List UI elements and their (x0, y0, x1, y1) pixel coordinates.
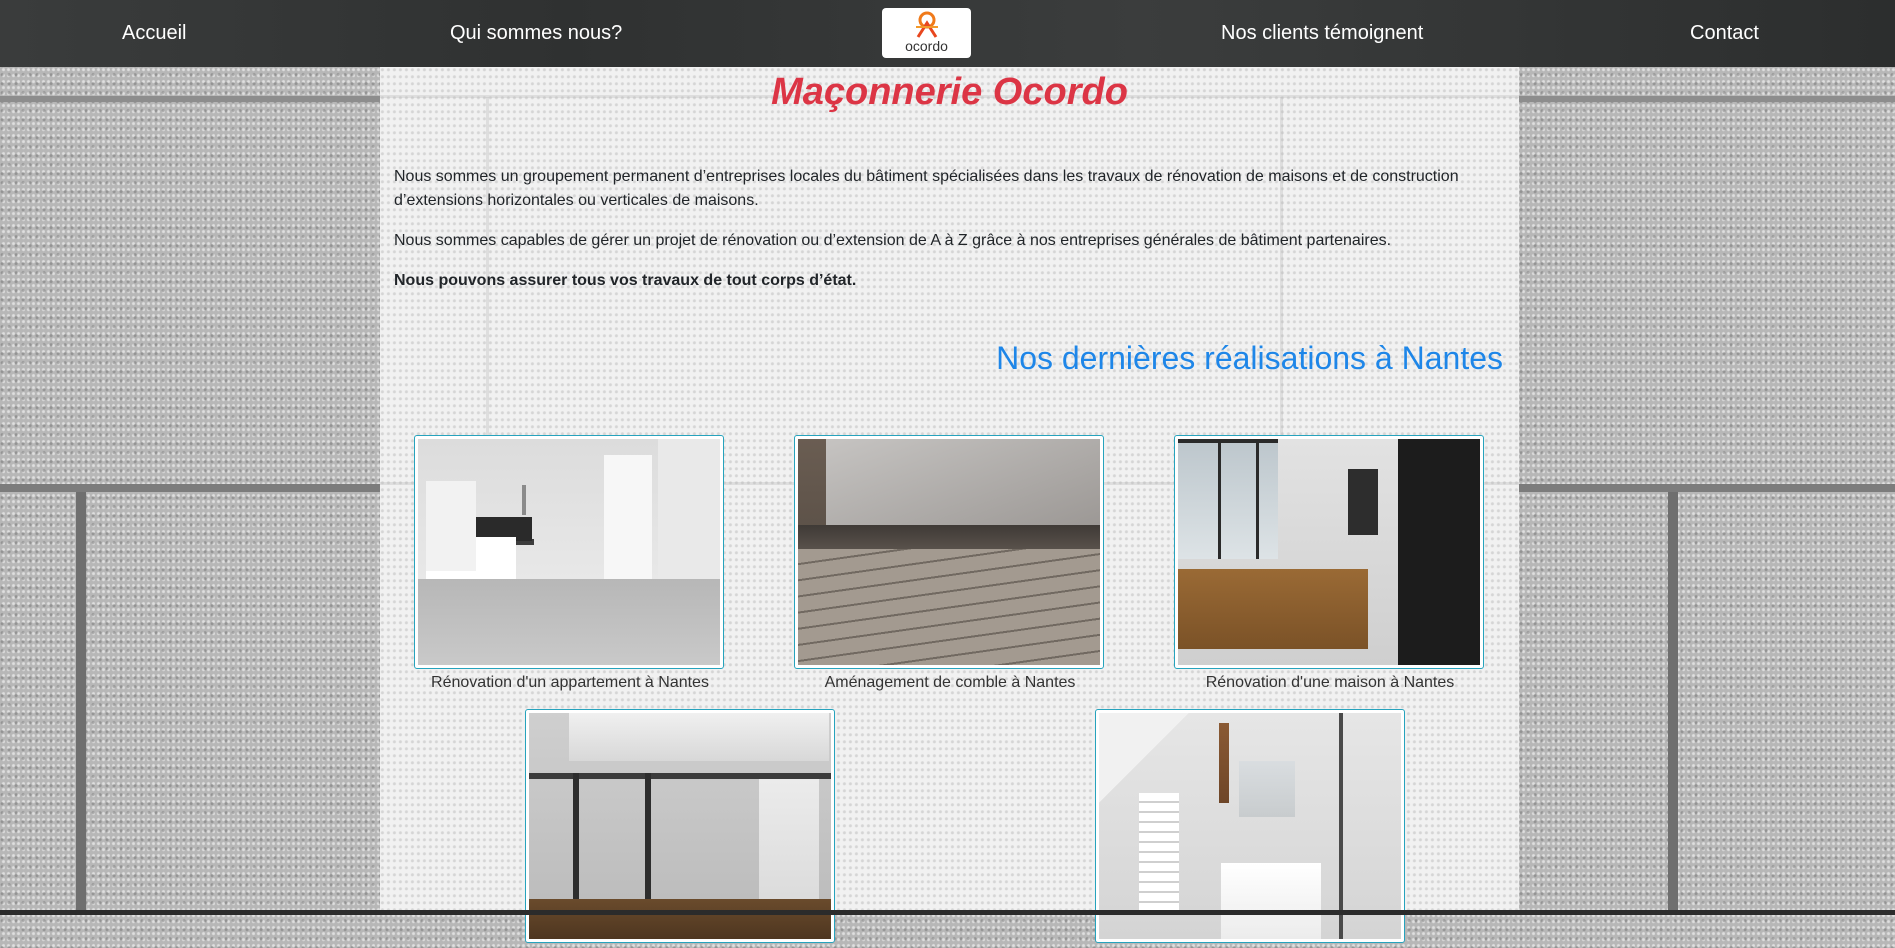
gallery-card: Rénovation d'une maison à Nantes (1174, 435, 1486, 692)
bathroom-photo (1099, 713, 1401, 939)
apartment-photo (418, 439, 720, 665)
services-paragraph: Nous pouvons assurer tous vos travaux de… (394, 272, 857, 289)
top-navbar: Accueil Qui sommes nous? ocordo Nos clie… (0, 0, 1895, 67)
bottom-edge (0, 910, 1895, 915)
gallery-card: Rénovation d'un appartement à Nantes (414, 435, 726, 692)
gallery-photo-frame[interactable] (794, 435, 1104, 669)
logo-wordmark: ocordo (905, 38, 948, 54)
ocordo-logo-icon (915, 11, 938, 38)
gallery-photo-frame[interactable] (414, 435, 724, 669)
gallery-card: Aménagement de comble à Nantes (794, 435, 1106, 692)
loft-photo (529, 713, 831, 939)
content-panel: Maçonnerie Ocordo Nous sommes un groupem… (380, 67, 1519, 943)
ocordo-logo[interactable]: ocordo (882, 8, 971, 58)
gallery-photo-frame[interactable] (1174, 435, 1484, 669)
gallery-caption: Rénovation d'une maison à Nantes (1205, 674, 1455, 691)
attic-photo (798, 439, 1100, 665)
house-photo (1178, 439, 1480, 665)
nav-contact-link[interactable]: Contact (1690, 22, 1759, 45)
realisations-heading: Nos dernières réalisations à Nantes (996, 340, 1503, 376)
gallery-caption: Rénovation d'un appartement à Nantes (431, 674, 709, 691)
gallery-photo-frame[interactable] (525, 709, 835, 943)
page-title: Maçonnerie Ocordo (771, 71, 1128, 113)
nav-accueil-link[interactable]: Accueil (122, 22, 186, 45)
capability-paragraph: Nous sommes capables de gérer un projet … (394, 232, 1392, 249)
nav-qui-sommes-nous-link[interactable]: Qui sommes nous? (450, 22, 622, 45)
nav-clients-temoignent-link[interactable]: Nos clients témoignent (1221, 22, 1423, 45)
intro-paragraph: Nous sommes un groupement permanent d’en… (394, 168, 1459, 209)
gallery-photo-frame[interactable] (1095, 709, 1405, 943)
gallery-caption: Aménagement de comble à Nantes (824, 674, 1076, 691)
